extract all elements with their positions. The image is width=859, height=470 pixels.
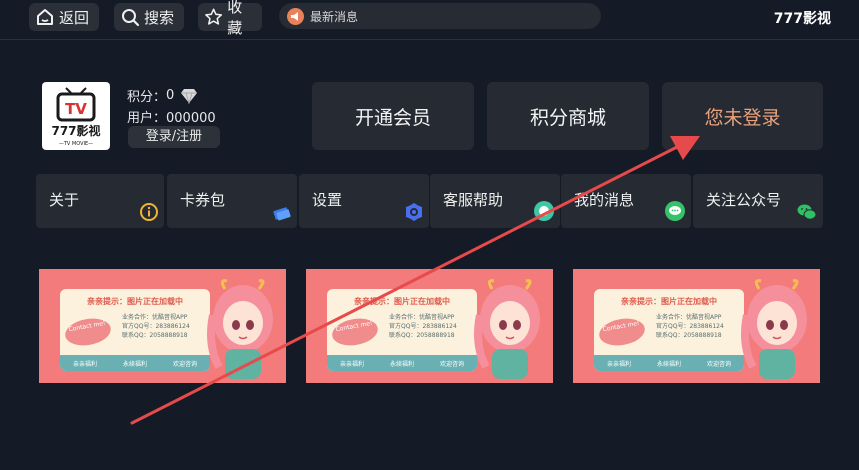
user-value: 000000 bbox=[166, 111, 216, 126]
back-label: 返回 bbox=[59, 8, 90, 27]
contact-stamp: Contact me! bbox=[597, 315, 647, 349]
news-ticker[interactable]: 最新消息 bbox=[279, 3, 601, 29]
menu-item-label: 我的消息 bbox=[574, 191, 635, 209]
app-brand-title: 777影视 bbox=[773, 11, 831, 27]
menu-item-my-messages[interactable]: 我的消息 bbox=[561, 174, 691, 228]
banner-card: 亲亲提示：图片正在加载中 Contact me! 业务合作：优酷音视APP 官方… bbox=[594, 289, 744, 371]
open-vip-button[interactable]: 开通会员 bbox=[312, 82, 474, 150]
cartoon-girl-image bbox=[741, 279, 807, 379]
banner-title: 亲亲提示：图片正在加载中 bbox=[87, 297, 183, 306]
app-logo: TV 777影视 —TV MOVIE— bbox=[42, 82, 110, 150]
banner-title: 亲亲提示：图片正在加载中 bbox=[621, 297, 717, 306]
search-label: 搜索 bbox=[144, 8, 175, 27]
message-icon bbox=[665, 201, 685, 221]
banner-card: 亲亲提示：图片正在加载中 Contact me! 业务合作：优酷音视APP 官方… bbox=[60, 289, 210, 371]
star-icon bbox=[205, 8, 223, 25]
banner-title: 亲亲提示：图片正在加载中 bbox=[354, 297, 450, 306]
user-row: 用户：000000 bbox=[127, 107, 216, 126]
banner-footer: 亲亲福利 永续福利 欢迎咨询 bbox=[594, 355, 744, 371]
back-button[interactable]: 返回 bbox=[29, 3, 99, 31]
menu-item-label: 设置 bbox=[312, 191, 343, 209]
user-label: 用户： bbox=[127, 111, 167, 126]
contact-stamp: Contact me! bbox=[330, 315, 380, 349]
banner-contact-lines: 业务合作：优酷音视APP 官方QQ号：283886124 联系QQ：205888… bbox=[122, 314, 190, 339]
menu-item-customer-help[interactable]: 客服帮助 bbox=[430, 174, 560, 228]
search-icon bbox=[122, 9, 140, 27]
gear-icon bbox=[406, 203, 422, 221]
favorite-button[interactable]: 收藏 bbox=[198, 0, 262, 37]
svg-text:—TV MOVIE—: —TV MOVIE— bbox=[59, 141, 93, 147]
info-icon bbox=[140, 203, 158, 221]
ticket-icon bbox=[273, 207, 291, 221]
banner-contact-lines: 业务合作：优酷音视APP 官方QQ号：283886124 联系QQ：205888… bbox=[656, 314, 724, 339]
points-label: 积分： bbox=[127, 90, 167, 105]
menu-item-label: 卡券包 bbox=[180, 191, 226, 209]
menu-item-label: 关注公众号 bbox=[706, 191, 782, 209]
search-button[interactable]: 搜索 bbox=[114, 3, 184, 31]
megaphone-icon bbox=[287, 7, 304, 25]
favorite-label: 收藏 bbox=[227, 0, 243, 37]
contact-stamp: Contact me! bbox=[63, 315, 113, 349]
banner-footer: 亲亲福利 永续福利 欢迎咨询 bbox=[60, 355, 210, 371]
menu-item-about[interactable]: 关于 bbox=[36, 174, 164, 228]
banner-card: 亲亲提示：图片正在加载中 Contact me! 业务合作：优酷音视APP 官方… bbox=[327, 289, 477, 371]
top-bar: 返回 搜索 收藏 最新消息 777影视 bbox=[0, 0, 859, 40]
menu-item-settings[interactable]: 设置 bbox=[299, 174, 429, 228]
cartoon-girl-image bbox=[207, 279, 273, 379]
cartoon-girl-image bbox=[474, 279, 540, 379]
menu-item-label: 关于 bbox=[49, 191, 80, 209]
wechat-icon bbox=[797, 204, 817, 220]
banner-placeholder[interactable]: 亲亲提示：图片正在加载中 Contact me! 业务合作：优酷音视APP 官方… bbox=[573, 269, 820, 383]
banner-placeholder[interactable]: 亲亲提示：图片正在加载中 Contact me! 业务合作：优酷音视APP 官方… bbox=[306, 269, 553, 383]
menu-item-coupons[interactable]: 卡券包 bbox=[167, 174, 297, 228]
red-annotation-arrow bbox=[130, 136, 700, 425]
menu-item-follow-official-account[interactable]: 关注公众号 bbox=[693, 174, 823, 228]
svg-text:TV: TV bbox=[65, 100, 87, 118]
banner-contact-lines: 业务合作：优酷音视APP 官方QQ号：283886124 联系QQ：205888… bbox=[389, 314, 457, 339]
banner-footer: 亲亲福利 永续福利 欢迎咨询 bbox=[327, 355, 477, 371]
menu-item-label: 客服帮助 bbox=[443, 191, 504, 209]
login-register-button[interactable]: 登录/注册 bbox=[128, 126, 220, 148]
support-icon bbox=[534, 201, 554, 221]
home-back-icon bbox=[37, 9, 53, 25]
news-label: 最新消息 bbox=[310, 9, 359, 24]
banner-placeholder[interactable]: 亲亲提示：图片正在加载中 Contact me! 业务合作：优酷音视APP 官方… bbox=[39, 269, 286, 383]
points-row: 积分： 0 bbox=[127, 86, 198, 105]
diamond-icon bbox=[181, 88, 198, 104]
points-mall-button[interactable]: 积分商城 bbox=[487, 82, 649, 150]
svg-text:777影视: 777影视 bbox=[51, 123, 100, 138]
not-logged-in-button[interactable]: 您未登录 bbox=[662, 82, 823, 150]
points-value: 0 bbox=[166, 88, 175, 103]
